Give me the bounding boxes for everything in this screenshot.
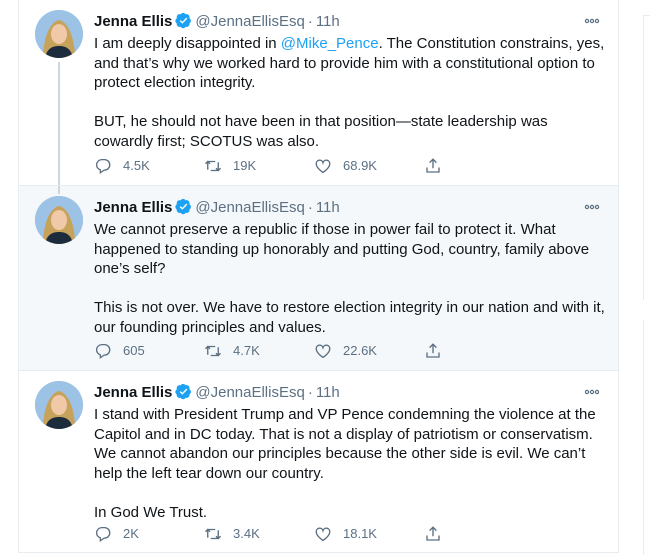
tweet-3[interactable]: Jenna Ellis @JennaEllisEsq · 11h I stand wi…: [19, 371, 618, 552]
verified-badge-icon: [175, 383, 192, 400]
tweet-header: Jenna Ellis @JennaEllisEsq · 11h: [94, 383, 606, 403]
tweet-text: We cannot preserve a republic if those i…: [94, 221, 605, 336]
avatar[interactable]: [35, 381, 83, 429]
timestamp[interactable]: 11h: [316, 13, 340, 30]
tweet-text-part: . The Constitution constrains, yes, and …: [94, 35, 605, 150]
tweet-header: Jenna Ellis @JennaEllisEsq · 11h: [94, 198, 606, 218]
separator-dot: ·: [307, 199, 313, 216]
like-button[interactable]: 68.9K: [314, 156, 377, 176]
tweet-text: I stand with President Trump and VP Penc…: [94, 406, 596, 521]
reply-icon: [95, 158, 111, 175]
tweet-thread: Jenna Ellis @JennaEllisEsq · 11h I am deepl…: [18, 0, 619, 553]
tweet-header: Jenna Ellis @JennaEllisEsq · 11h: [94, 12, 606, 32]
more-options-icon[interactable]: [584, 202, 600, 212]
tweet-text: I am deeply disappointed in @Mike_Pence.…: [94, 34, 606, 152]
action-bar: 4.5K 19K 68.9K: [94, 156, 534, 176]
user-handle[interactable]: @JennaEllisEsq: [195, 384, 304, 401]
separator-dot: ·: [307, 13, 313, 30]
tweet-1[interactable]: Jenna Ellis @JennaEllisEsq · 11h I am deepl…: [19, 0, 618, 186]
like-button[interactable]: 22.6K: [314, 341, 377, 361]
like-count: 68.9K: [343, 158, 377, 173]
share-icon: [426, 158, 440, 173]
avatar[interactable]: [35, 196, 83, 244]
mention-link[interactable]: @Mike_Pence: [281, 35, 379, 52]
retweet-button[interactable]: 4.7K: [204, 341, 260, 361]
reply-button[interactable]: 2K: [94, 524, 139, 544]
sidebar-edge: [643, 320, 650, 555]
retweet-icon: [205, 528, 221, 540]
reply-button[interactable]: 605: [94, 341, 145, 361]
reply-count: 2K: [123, 526, 139, 541]
tweet-2[interactable]: Jenna Ellis @JennaEllisEsq · 11h We cannot …: [19, 186, 618, 371]
action-bar: 2K 3.4K 18.1K: [94, 524, 534, 544]
retweet-count: 19K: [233, 158, 257, 173]
retweet-icon: [205, 160, 221, 172]
verified-badge-icon: [175, 198, 192, 215]
share-button[interactable]: [424, 156, 453, 176]
sidebar-edge: [643, 15, 650, 300]
tweet-text-part: I am deeply disappointed in: [94, 35, 281, 52]
avatar-image: [35, 381, 83, 429]
like-count: 18.1K: [343, 526, 377, 541]
display-name[interactable]: Jenna Ellis: [94, 13, 172, 30]
reply-button[interactable]: 4.5K: [94, 156, 150, 176]
retweet-icon: [205, 345, 221, 357]
heart-icon: [315, 527, 331, 542]
like-count: 22.6K: [343, 343, 377, 358]
action-bar: 605 4.7K 22.6K: [94, 341, 534, 361]
reply-icon: [95, 343, 111, 360]
share-icon: [426, 526, 440, 541]
heart-icon: [315, 344, 331, 359]
retweet-count: 3.4K: [233, 526, 260, 541]
thread-connector: [58, 186, 60, 194]
user-handle[interactable]: @JennaEllisEsq: [195, 199, 304, 216]
avatar-image: [35, 196, 83, 244]
like-button[interactable]: 18.1K: [314, 524, 377, 544]
avatar[interactable]: [35, 10, 83, 58]
display-name[interactable]: Jenna Ellis: [94, 384, 172, 401]
timestamp[interactable]: 11h: [316, 384, 340, 401]
separator-dot: ·: [307, 384, 313, 401]
share-icon: [426, 343, 440, 358]
reply-count: 4.5K: [123, 158, 150, 173]
more-options-icon[interactable]: [584, 16, 600, 26]
verified-badge-icon: [175, 12, 192, 29]
share-button[interactable]: [424, 341, 453, 361]
retweet-button[interactable]: 19K: [204, 156, 256, 176]
display-name[interactable]: Jenna Ellis: [94, 199, 172, 216]
share-button[interactable]: [424, 524, 453, 544]
retweet-button[interactable]: 3.4K: [204, 524, 260, 544]
thread-connector: [58, 62, 60, 185]
retweet-count: 4.7K: [233, 343, 260, 358]
user-handle[interactable]: @JennaEllisEsq: [195, 13, 304, 30]
more-options-icon[interactable]: [584, 387, 600, 397]
reply-icon: [95, 526, 111, 543]
heart-icon: [315, 159, 331, 174]
avatar-image: [35, 10, 83, 58]
reply-count: 605: [123, 343, 145, 358]
timestamp[interactable]: 11h: [316, 199, 340, 216]
